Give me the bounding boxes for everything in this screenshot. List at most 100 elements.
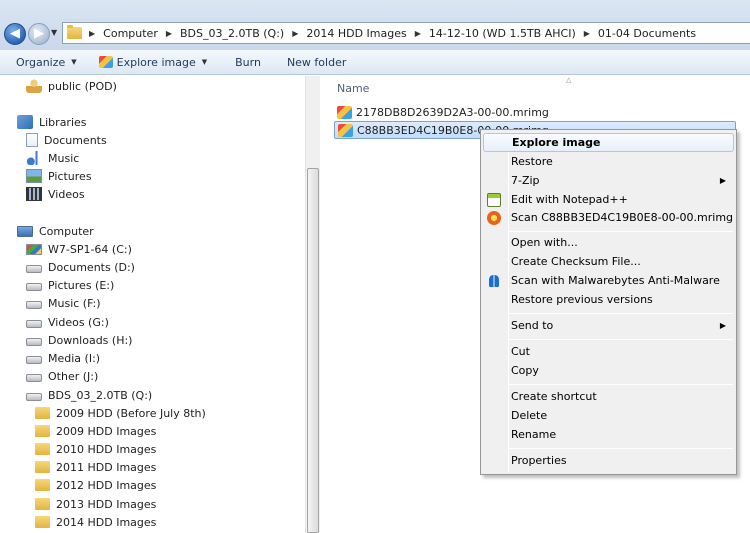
menu-item-send-to[interactable]: Send to ▶	[483, 316, 734, 335]
nav-item-label: Libraries	[39, 115, 87, 129]
new-folder-label: New folder	[286, 55, 347, 69]
burn-button[interactable]: Burn	[215, 50, 269, 74]
explore-image-button[interactable]: Explore image ▼	[85, 50, 215, 74]
nav-item-drive-f[interactable]: Music (F:)	[26, 294, 101, 312]
libraries-icon	[17, 115, 33, 129]
hard-drive-icon	[26, 373, 42, 382]
menu-item-copy[interactable]: Copy	[483, 361, 734, 380]
recent-pages-dropdown-icon[interactable]: ▼	[51, 28, 57, 37]
breadcrumb[interactable]: ▶ Computer ▶ BDS_03_2.0TB (Q:) ▶ 2014 HD…	[62, 22, 750, 44]
menu-item-create-checksum[interactable]: Create Checksum File...	[483, 252, 734, 271]
nav-item-label: Videos (G:)	[48, 315, 109, 329]
nav-item-folder[interactable]: 2009 HDD Images	[35, 422, 156, 440]
nav-item-label: Documents	[44, 133, 107, 147]
nav-item-drive-q[interactable]: BDS_03_2.0TB (Q:)	[26, 386, 152, 404]
nav-item-videos[interactable]: Videos	[26, 185, 85, 203]
nav-item-drive-h[interactable]: Downloads (H:)	[26, 331, 132, 349]
nav-item-label: Videos	[48, 187, 85, 201]
sort-indicator-icon: △	[566, 76, 572, 84]
folder-icon	[35, 425, 50, 437]
hard-drive-icon	[26, 319, 42, 328]
menu-item-label: Cut	[511, 345, 530, 358]
breadcrumb-01-04-documents[interactable]: 01-04 Documents	[597, 27, 697, 40]
hard-drive-icon	[26, 392, 42, 401]
computer-icon	[17, 225, 33, 237]
menu-item-create-shortcut[interactable]: Create shortcut	[483, 387, 734, 406]
antivirus-scan-icon	[487, 210, 501, 225]
nav-item-folder[interactable]: 2012 HDD Images	[35, 476, 156, 494]
new-folder-button[interactable]: New folder	[269, 50, 354, 74]
breadcrumb-separator-icon[interactable]: ▶	[159, 29, 179, 38]
submenu-arrow-icon: ▶	[719, 321, 726, 330]
menu-item-label: Restore previous versions	[511, 293, 653, 306]
menu-item-scan[interactable]: Scan C88BB3ED4C19B0E8-00-00.mrimg	[483, 208, 734, 227]
chevron-down-icon: ▼	[201, 58, 208, 66]
breadcrumb-separator-icon[interactable]: ▶	[408, 29, 428, 38]
breadcrumb-14-12-10[interactable]: 14-12-10 (WD 1.5TB AHCI)	[428, 27, 577, 40]
menu-separator	[509, 339, 733, 340]
nav-item-folder[interactable]: 2010 HDD Images	[35, 440, 156, 458]
notepad-plus-plus-icon	[487, 192, 501, 207]
nav-item-drive-d[interactable]: Documents (D:)	[26, 258, 135, 276]
nav-item-public[interactable]: public (POD)	[26, 77, 117, 95]
nav-pane-scrollbar[interactable]	[305, 76, 320, 533]
menu-item-explore-image[interactable]: Explore image	[483, 133, 734, 152]
nav-item-label: Pictures (E:)	[48, 278, 115, 292]
nav-item-label: Other (J:)	[48, 369, 99, 383]
context-menu: Explore image Restore 7-Zip ▶ Edit with …	[480, 129, 737, 475]
forward-arrow-icon: ▶	[34, 26, 44, 41]
nav-item-folder[interactable]: 2014 HDD Images	[35, 513, 156, 531]
menu-item-delete[interactable]: Delete	[483, 406, 734, 425]
breadcrumb-separator-icon[interactable]: ▶	[285, 29, 305, 38]
menu-separator	[509, 384, 733, 385]
nav-item-documents[interactable]: Documents	[26, 131, 107, 149]
folder-icon	[35, 479, 50, 491]
nav-item-drive-e[interactable]: Pictures (E:)	[26, 276, 114, 294]
menu-item-malwarebytes[interactable]: Scan with Malwarebytes Anti-Malware	[483, 271, 734, 290]
menu-item-label: Open with...	[511, 236, 578, 249]
menu-item-restore[interactable]: Restore	[483, 152, 734, 171]
menu-item-7zip[interactable]: 7-Zip ▶	[483, 171, 734, 190]
breadcrumb-drive-q[interactable]: BDS_03_2.0TB (Q:)	[179, 27, 285, 40]
organize-button[interactable]: Organize ▼	[0, 50, 85, 74]
malwarebytes-icon	[489, 274, 499, 287]
breadcrumb-2014-hdd-images[interactable]: 2014 HDD Images	[305, 27, 407, 40]
nav-item-pictures[interactable]: Pictures	[26, 167, 92, 185]
nav-item-drive-i[interactable]: Media (I:)	[26, 349, 100, 367]
folder-icon	[35, 516, 50, 528]
menu-item-edit-notepad[interactable]: Edit with Notepad++	[483, 190, 734, 209]
nav-item-label: 2011 HDD Images	[56, 460, 157, 474]
scrollbar-thumb[interactable]	[307, 168, 319, 533]
menu-item-restore-previous-versions[interactable]: Restore previous versions	[483, 290, 734, 309]
menu-item-open-with[interactable]: Open with...	[483, 233, 734, 252]
breadcrumb-separator-icon[interactable]: ▶	[82, 29, 102, 38]
menu-item-label: Scan C88BB3ED4C19B0E8-00-00.mrimg	[511, 211, 734, 224]
nav-item-drive-g[interactable]: Videos (G:)	[26, 313, 109, 331]
nav-item-label: Music	[48, 151, 80, 165]
nav-item-computer[interactable]: Computer	[17, 222, 94, 240]
nav-item-label: BDS_03_2.0TB (Q:)	[48, 388, 153, 402]
file-item[interactable]: 2178DB8D2639D2A3-00-00.mrimg	[334, 103, 584, 121]
nav-item-folder[interactable]: 2009 HDD (Before July 8th)	[35, 404, 206, 422]
nav-item-folder[interactable]: 2011 HDD Images	[35, 458, 156, 476]
nav-item-drive-j[interactable]: Other (J:)	[26, 367, 98, 385]
forward-button[interactable]: ▶	[28, 23, 50, 45]
menu-item-label: Create Checksum File...	[511, 255, 641, 268]
folder-icon	[35, 461, 50, 473]
nav-item-libraries[interactable]: Libraries	[17, 113, 87, 131]
menu-item-properties[interactable]: Properties	[483, 451, 734, 470]
nav-item-folder[interactable]: 2013 HDD Images	[35, 495, 156, 513]
file-name: 2178DB8D2639D2A3-00-00.mrimg	[356, 105, 549, 119]
back-button[interactable]: ◀	[4, 23, 26, 45]
nav-item-label: public (POD)	[48, 79, 117, 93]
breadcrumb-computer[interactable]: Computer	[102, 27, 159, 40]
menu-item-cut[interactable]: Cut	[483, 342, 734, 361]
submenu-arrow-icon: ▶	[719, 176, 726, 185]
menu-item-label: Create shortcut	[511, 390, 597, 403]
nav-item-music[interactable]: Music	[26, 149, 79, 167]
nav-item-label: 2014 HDD Images	[56, 515, 157, 529]
breadcrumb-separator-icon[interactable]: ▶	[577, 29, 597, 38]
menu-item-rename[interactable]: Rename	[483, 425, 734, 444]
column-header-name[interactable]: Name	[337, 82, 369, 95]
nav-item-drive-c[interactable]: W7-SP1-64 (C:)	[26, 240, 132, 258]
